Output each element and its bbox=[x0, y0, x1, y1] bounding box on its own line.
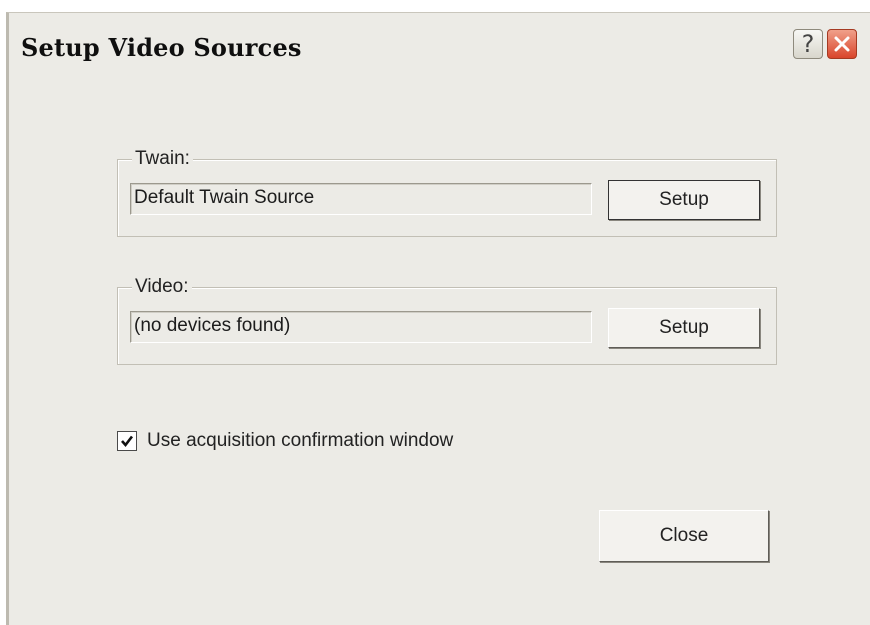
twain-setup-button[interactable]: Setup bbox=[608, 180, 760, 220]
close-x-icon bbox=[834, 36, 850, 52]
checkmark-icon bbox=[121, 435, 134, 448]
window-close-button[interactable] bbox=[827, 29, 857, 59]
twain-group-label: Twain: bbox=[132, 148, 193, 170]
confirmation-checkbox-label[interactable]: Use acquisition confirmation window bbox=[147, 430, 453, 452]
video-setup-button[interactable]: Setup bbox=[608, 308, 760, 348]
video-source-field: (no devices found) bbox=[130, 311, 592, 343]
help-button[interactable]: ? bbox=[793, 29, 823, 59]
video-group: Video: (no devices found) Setup bbox=[117, 276, 777, 365]
twain-group: Twain: Default Twain Source Setup bbox=[117, 148, 777, 237]
confirmation-option[interactable]: Use acquisition confirmation window bbox=[117, 430, 453, 452]
setup-video-sources-dialog: Setup Video Sources ? Twain: Default Twa… bbox=[6, 12, 870, 625]
window-title: Setup Video Sources bbox=[21, 33, 302, 62]
confirmation-checkbox[interactable] bbox=[117, 431, 137, 451]
twain-source-field: Default Twain Source bbox=[130, 183, 592, 215]
question-mark-icon: ? bbox=[801, 30, 815, 58]
close-button[interactable]: Close bbox=[599, 510, 769, 562]
video-group-label: Video: bbox=[132, 276, 192, 298]
title-bar[interactable]: Setup Video Sources ? bbox=[9, 13, 870, 75]
